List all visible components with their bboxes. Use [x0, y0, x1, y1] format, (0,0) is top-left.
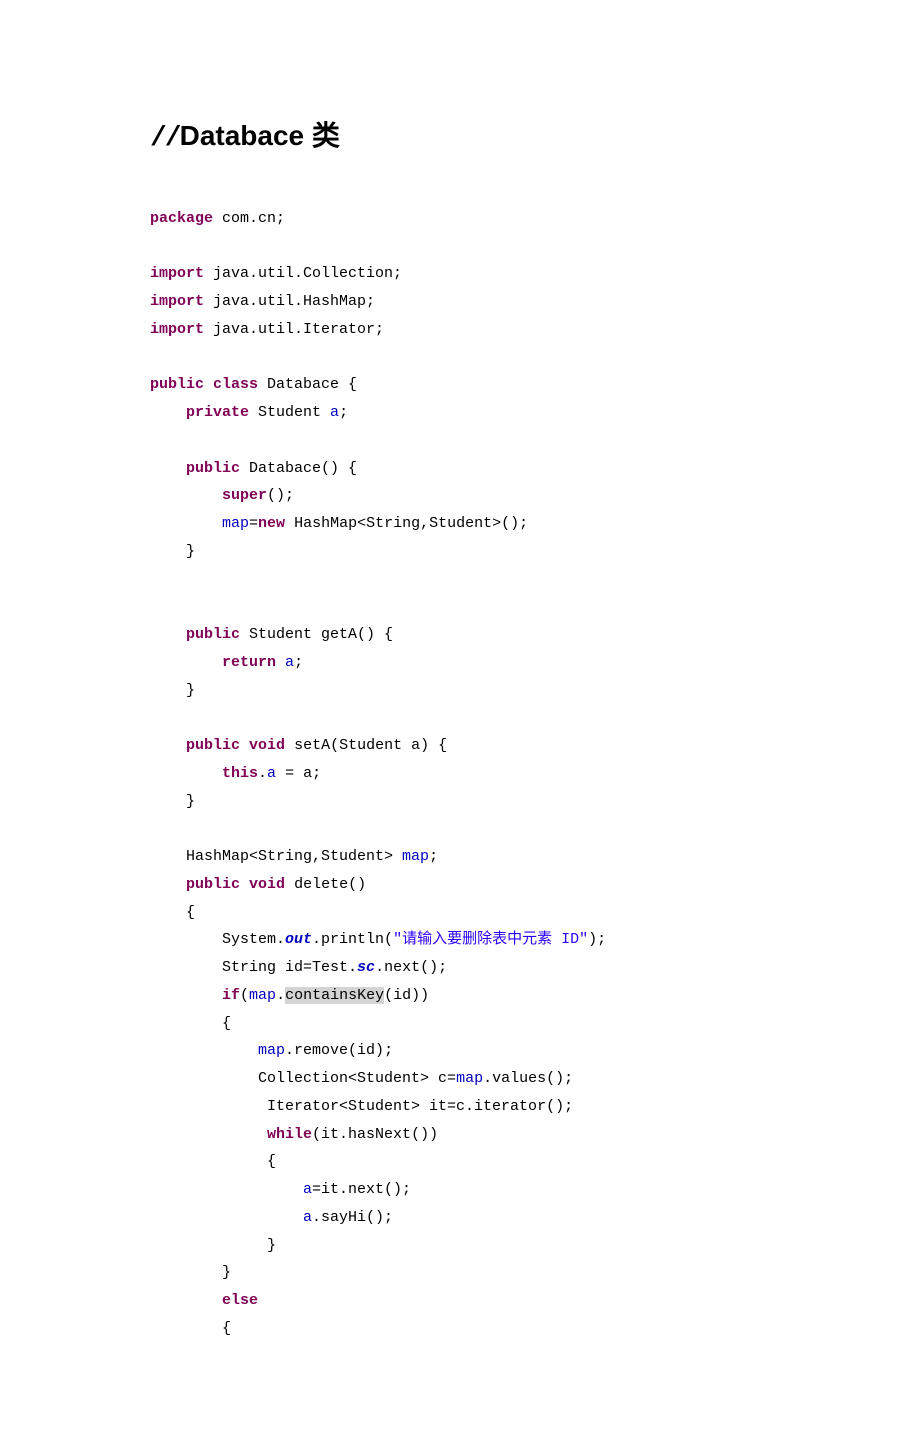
txt-println: .println(: [312, 931, 393, 948]
fld-map: map: [258, 1042, 285, 1059]
kw-public: public: [186, 626, 240, 643]
fld-a: a: [303, 1209, 312, 1226]
txt-import1: java.util.Collection;: [204, 265, 402, 282]
txt-import3: java.util.Iterator;: [204, 321, 384, 338]
txt-system: System.: [150, 931, 285, 948]
txt-itnext: =it.next();: [312, 1181, 411, 1198]
txt-remove: .remove(id);: [285, 1042, 393, 1059]
kw-while: while: [267, 1126, 312, 1143]
fld-a: a: [330, 404, 339, 421]
kw-public: public: [150, 376, 204, 393]
kw-return: return: [222, 654, 276, 671]
kw-super: super: [222, 487, 267, 504]
txt-sayhi: .sayHi();: [312, 1209, 393, 1226]
kw-import: import: [150, 265, 204, 282]
kw-package: package: [150, 210, 213, 227]
txt-assign: = a;: [276, 765, 321, 782]
kw-this: this: [222, 765, 258, 782]
txt-cb3: }: [150, 1237, 276, 1254]
txt-idclose: (id)): [384, 987, 429, 1004]
txt-delete: delete(): [285, 876, 366, 893]
fld-a: a: [285, 654, 294, 671]
fld-a: a: [303, 1181, 312, 1198]
txt-semi: ;: [294, 654, 303, 671]
txt-semi: ;: [339, 404, 348, 421]
fld-out: out: [285, 931, 312, 948]
kw-private: private: [186, 404, 249, 421]
txt-ob2: {: [150, 1015, 231, 1032]
kw-import: import: [150, 321, 204, 338]
txt-stringid: String id=Test.: [150, 959, 357, 976]
str-msg: "请输入要删除表中元素 ID": [393, 931, 588, 948]
txt-getA: Student getA() {: [240, 626, 393, 643]
fld-map: map: [402, 848, 429, 865]
txt-class: Databace {: [258, 376, 357, 393]
fld-map: map: [222, 515, 249, 532]
page-title: //Databace 类: [150, 110, 770, 165]
kw-public: public: [186, 737, 240, 754]
txt-ob3: {: [150, 1153, 276, 1170]
txt-import2: java.util.HashMap;: [204, 293, 375, 310]
title-slashes: //: [150, 123, 180, 154]
fld-sc: sc: [357, 959, 375, 976]
txt-ctor: Databace() {: [240, 460, 357, 477]
txt-cb2: }: [150, 1264, 231, 1281]
document-page: //Databace 类 package com.cn; import java…: [0, 0, 920, 1443]
txt-dot: .: [276, 987, 285, 1004]
fld-map: map: [456, 1070, 483, 1087]
kw-import: import: [150, 293, 204, 310]
fld-map: map: [249, 987, 276, 1004]
txt-cb: }: [150, 793, 195, 810]
txt-setA: setA(Student a) {: [285, 737, 447, 754]
txt-eq: =: [249, 515, 258, 532]
fld-a: a: [267, 765, 276, 782]
txt-cb: }: [150, 682, 195, 699]
kw-void: void: [249, 876, 285, 893]
kw-if: if: [222, 987, 240, 1004]
hl-containsKey: containsKey: [285, 987, 384, 1004]
txt-package: com.cn;: [213, 210, 285, 227]
kw-void: void: [249, 737, 285, 754]
txt-ifopen: (: [240, 987, 249, 1004]
kw-else: else: [222, 1292, 258, 1309]
txt-ob4: {: [150, 1320, 231, 1337]
txt-collection: Collection<Student> c=: [150, 1070, 456, 1087]
txt-iterator: Iterator<Student> it=c.iterator();: [150, 1098, 573, 1115]
txt-sp: [276, 654, 285, 671]
txt-paren: ();: [267, 487, 294, 504]
txt-semi: ;: [429, 848, 438, 865]
txt-hashmap-decl: HashMap<String,Student>: [150, 848, 402, 865]
txt-ob: {: [150, 904, 195, 921]
txt-closep: );: [588, 931, 606, 948]
code-block: package com.cn; import java.util.Collect…: [150, 205, 770, 1343]
txt-values: .values();: [483, 1070, 573, 1087]
kw-public: public: [186, 876, 240, 893]
kw-new: new: [258, 515, 285, 532]
kw-public: public: [186, 460, 240, 477]
txt-student: Student: [249, 404, 330, 421]
txt-cb: }: [150, 543, 195, 560]
txt-hasNext: (it.hasNext()): [312, 1126, 438, 1143]
kw-class: class: [213, 376, 258, 393]
txt-hashmap: HashMap<String,Student>();: [285, 515, 528, 532]
txt-dot: .: [258, 765, 267, 782]
txt-next: .next();: [375, 959, 447, 976]
